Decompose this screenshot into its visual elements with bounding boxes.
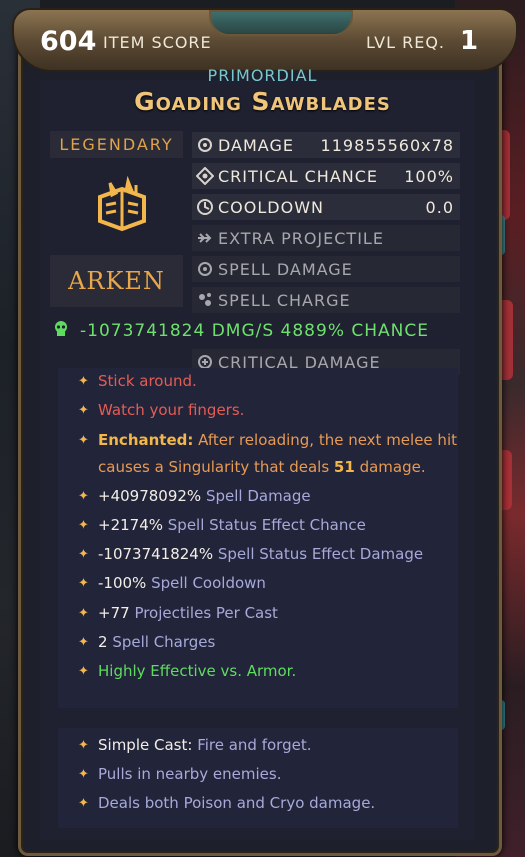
spell-charge-icon xyxy=(192,287,218,313)
stat-value: 0.0 xyxy=(425,197,454,217)
manufacturer-name: ARKEN xyxy=(68,267,165,295)
effect-value: -100% xyxy=(98,574,147,592)
effect-text: Spell Status Effect Chance xyxy=(167,516,366,534)
passive-text: Pulls in nearby enemies. xyxy=(98,765,282,783)
passive-text: Deals both Poison and Cryo damage. xyxy=(98,794,376,812)
passive-line: ✦ Simple Cast: Fire and forget. xyxy=(78,732,458,759)
star-bullet-icon: ✦ xyxy=(78,796,89,811)
stat-row-critical-chance: CRITICAL CHANCE 100% xyxy=(192,163,460,189)
passive-line: ✦ Pulls in nearby enemies. xyxy=(78,761,458,788)
stat-name: SPELL CHARGE xyxy=(218,290,351,310)
stat-row-spell-damage: SPELL DAMAGE xyxy=(192,256,460,282)
effect-line: ✦ +77 Projectiles Per Cast xyxy=(78,600,458,627)
star-bullet-icon: ✦ xyxy=(78,489,89,504)
stat-row-damage: DAMAGE 119855560x78 xyxy=(192,132,460,158)
crest-ornament xyxy=(209,10,353,36)
effect-text: Projectiles Per Cast xyxy=(134,604,278,622)
dps-text: -1073741824 DMG/S 4889% CHANCE xyxy=(80,321,429,341)
enchant-suffix: damage. xyxy=(359,458,426,476)
spellbook-icon xyxy=(92,175,152,235)
stat-name: SPELL DAMAGE xyxy=(218,259,353,279)
stat-name: CRITICAL CHANCE xyxy=(218,166,379,186)
passive-text: Fire and forget. xyxy=(197,736,312,754)
stat-name: COOLDOWN xyxy=(218,197,324,217)
crit-icon xyxy=(192,163,218,189)
star-bullet-icon: ✦ xyxy=(78,547,89,562)
effect-text: Spell Charges xyxy=(112,633,216,651)
effect-value: +2174% xyxy=(98,516,163,534)
effect-value: -1073741824% xyxy=(98,545,214,563)
skull-icon xyxy=(52,320,72,343)
passive-label: Simple Cast: xyxy=(98,736,193,754)
item-subtitle: PRIMORDIAL xyxy=(207,66,318,85)
manufacturer-badge: ARKEN xyxy=(50,255,183,307)
effect-line: ✦ 2 Spell Charges xyxy=(78,629,458,656)
stat-value: 100% xyxy=(404,166,454,186)
effect-value: 2 xyxy=(98,633,108,651)
star-bullet-icon: ✦ xyxy=(78,403,89,418)
gear-damage-icon xyxy=(192,132,218,158)
rarity-badge: LEGENDARY xyxy=(50,131,183,158)
effect-line-enchanted: ✦ Enchanted: After reloading, the next m… xyxy=(78,427,458,481)
item-name: Goading Sawblades xyxy=(134,87,391,116)
effect-line: ✦ Watch your fingers. xyxy=(78,397,458,424)
level-requirement-label: LVL REQ. xyxy=(366,33,446,52)
star-bullet-icon: ✦ xyxy=(78,576,89,591)
star-bullet-icon: ✦ xyxy=(78,374,89,389)
effect-text: Enchanted: After reloading, the next mel… xyxy=(98,427,458,481)
effect-text: Spell Damage xyxy=(205,487,311,505)
effect-line: ✦ +40978092% Spell Damage xyxy=(78,483,458,510)
rarity-label: LEGENDARY xyxy=(59,135,174,154)
effect-line: ✦ -100% Spell Cooldown xyxy=(78,570,458,597)
effect-text: Stick around. xyxy=(98,372,197,390)
star-bullet-icon: ✦ xyxy=(78,664,89,679)
stat-row-spell-charge: SPELL CHARGE xyxy=(192,287,460,313)
stat-name: EXTRA PROJECTILE xyxy=(218,228,384,248)
stat-row-cooldown: COOLDOWN 0.0 xyxy=(192,194,460,220)
effect-line: ✦ -1073741824% Spell Status Effect Damag… xyxy=(78,541,458,568)
star-bullet-icon: ✦ xyxy=(78,635,89,650)
effect-value: +40978092% xyxy=(98,487,202,505)
stat-name: DAMAGE xyxy=(218,135,294,155)
star-bullet-icon: ✦ xyxy=(78,606,89,621)
item-score-label: ITEM SCORE xyxy=(103,33,212,52)
cooldown-icon xyxy=(192,194,218,220)
effect-value: +77 xyxy=(98,604,130,622)
projectile-icon xyxy=(192,225,218,251)
effect-text: Highly Effective vs. Armor. xyxy=(98,662,297,680)
effect-text: Spell Cooldown xyxy=(151,574,266,592)
passive-line: ✦ Deals both Poison and Cryo damage. xyxy=(78,790,458,817)
stat-value: 119855560x78 xyxy=(320,135,454,155)
spell-damage-icon xyxy=(192,256,218,282)
stat-row-extra-projectile: EXTRA PROJECTILE xyxy=(192,225,460,251)
star-bullet-icon: ✦ xyxy=(78,433,89,448)
effect-line: ✦ Stick around. xyxy=(78,368,458,395)
effect-text: Spell Status Effect Damage xyxy=(217,545,424,563)
effect-text: Watch your fingers. xyxy=(98,401,245,419)
enchant-number: 51 xyxy=(333,458,355,476)
star-bullet-icon: ✦ xyxy=(78,767,89,782)
star-bullet-icon: ✦ xyxy=(78,518,89,533)
level-requirement-value: 1 xyxy=(460,26,479,56)
effect-line: ✦ Highly Effective vs. Armor. xyxy=(78,658,458,685)
star-bullet-icon: ✦ xyxy=(78,738,89,753)
dps-readout: -1073741824 DMG/S 4889% CHANCE xyxy=(52,320,462,343)
enchant-label: Enchanted: xyxy=(98,431,194,449)
item-score-value: 604 xyxy=(40,26,97,57)
effect-line: ✦ +2174% Spell Status Effect Chance xyxy=(78,512,458,539)
